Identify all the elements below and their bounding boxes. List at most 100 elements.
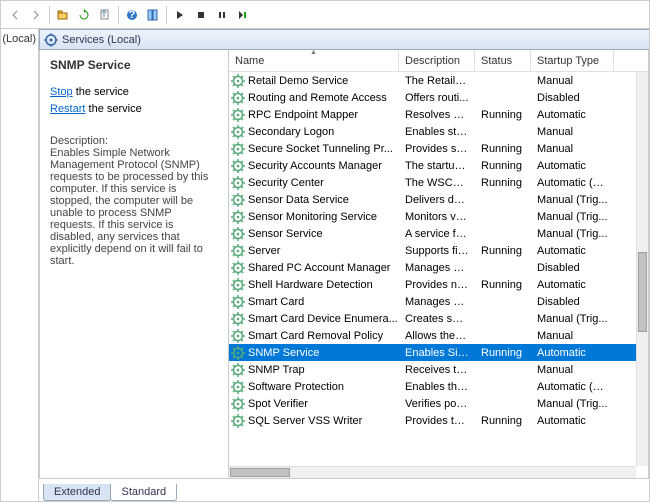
scrollbar-horizontal[interactable] (229, 466, 636, 478)
gear-icon (231, 227, 245, 241)
service-desc: Offers routi... (399, 92, 475, 104)
gear-icon (231, 125, 245, 139)
grid-header: Name▲ Description Status Startup Type (229, 50, 648, 72)
service-row[interactable]: Security CenterThe WSCSV...RunningAutoma… (229, 174, 648, 191)
service-row[interactable]: ServerSupports fil...RunningAutomatic (229, 242, 648, 259)
grid-body: Retail Demo ServiceThe Retail D...Manual… (229, 72, 648, 478)
service-startup: Automatic (531, 279, 614, 291)
service-startup: Manual (Trig... (531, 228, 614, 240)
col-header-description[interactable]: Description (399, 50, 475, 71)
service-status: Running (475, 279, 531, 291)
service-startup: Automatic (531, 415, 614, 427)
gear-icon (231, 159, 245, 173)
service-startup: Automatic (531, 245, 614, 257)
service-row[interactable]: Routing and Remote Access Offers routi...… (229, 89, 648, 106)
service-startup: Manual (531, 364, 614, 376)
service-startup: Manual (531, 75, 614, 87)
gear-icon (231, 363, 245, 377)
service-row[interactable]: SNMP TrapReceives tra...Manual (229, 361, 648, 378)
stop-icon[interactable] (191, 5, 211, 25)
gear-icon (231, 346, 245, 360)
col-header-status[interactable]: Status (475, 50, 531, 71)
service-row[interactable]: Retail Demo ServiceThe Retail D...Manual (229, 72, 648, 89)
service-status: Running (475, 415, 531, 427)
panel-header: Services (Local) (39, 29, 649, 50)
gear-icon (231, 142, 245, 156)
service-status: Running (475, 177, 531, 189)
gear-icon (231, 329, 245, 343)
service-startup: Automatic (531, 109, 614, 121)
columns-icon[interactable] (143, 5, 163, 25)
tab-extended[interactable]: Extended (43, 484, 111, 501)
refresh-icon[interactable] (74, 5, 94, 25)
restart-link[interactable]: Restart (50, 103, 85, 115)
restart-icon[interactable] (233, 5, 253, 25)
service-row[interactable]: Sensor ServiceA service fo...Manual (Tri… (229, 225, 648, 242)
view-tabs: Extended Standard (39, 479, 649, 501)
tree-root-label[interactable]: (Local) (2, 33, 36, 45)
gear-icon (231, 414, 245, 428)
service-row[interactable]: Spot VerifierVerifies pote...Manual (Tri… (229, 395, 648, 412)
gear-icon (231, 210, 245, 224)
col-header-startup[interactable]: Startup Type (531, 50, 614, 71)
service-row[interactable]: Smart Card Removal PolicyAllows the s...… (229, 327, 648, 344)
service-desc: The startup ... (399, 160, 475, 172)
service-startup: Manual (531, 143, 614, 155)
service-row[interactable]: SNMP ServiceEnables Sim...RunningAutomat… (229, 344, 648, 361)
service-row[interactable]: Smart CardManages ac...Disabled (229, 293, 648, 310)
play-icon[interactable] (170, 5, 190, 25)
gear-icon (231, 244, 245, 258)
service-desc: Manages pr... (399, 262, 475, 274)
back-icon[interactable] (5, 5, 25, 25)
service-row[interactable]: Smart Card Device Enumera...Creates soft… (229, 310, 648, 327)
tree-pane: (Local) (1, 29, 39, 501)
content-pane: Services (Local) SNMP Service Stop the s… (39, 29, 649, 501)
service-status: Running (475, 347, 531, 359)
service-name: Spot Verifier (248, 398, 308, 410)
service-startup: Automatic (531, 160, 614, 172)
scroll-thumb-horizontal[interactable] (230, 468, 290, 477)
service-name: Smart Card Removal Policy (248, 330, 383, 342)
service-name: Routing and Remote Access (248, 92, 387, 104)
gear-icon (231, 193, 245, 207)
service-desc: Creates soft... (399, 313, 475, 325)
service-name: Server (248, 245, 280, 257)
scroll-thumb-vertical[interactable] (638, 252, 647, 332)
selected-service-name: SNMP Service (50, 58, 218, 72)
service-desc: Provides th... (399, 415, 475, 427)
service-desc: Delivers dat... (399, 194, 475, 206)
service-desc: Enables the ... (399, 381, 475, 393)
service-name: Shared PC Account Manager (248, 262, 390, 274)
service-row[interactable]: SQL Server VSS Writer Provides th...Runni… (229, 412, 648, 429)
up-icon[interactable] (53, 5, 73, 25)
stop-link[interactable]: Stop (50, 86, 73, 98)
service-row[interactable]: Security Accounts Manager The startup ...… (229, 157, 648, 174)
gear-icon (231, 278, 245, 292)
service-row[interactable]: Sensor Data Service Delivers dat... Manual… (229, 191, 648, 208)
service-name: SQL Server VSS Writer (248, 415, 362, 427)
service-name: Sensor Data Service (248, 194, 349, 206)
help-icon[interactable]: ? (122, 5, 142, 25)
service-row[interactable]: Shared PC Account Manager Manages pr... Di… (229, 259, 648, 276)
service-row[interactable]: RPC Endpoint MapperResolves RP...Running… (229, 106, 648, 123)
service-name: Security Center (248, 177, 324, 189)
forward-icon[interactable] (26, 5, 46, 25)
col-header-name[interactable]: Name▲ (229, 50, 399, 71)
service-startup: Manual (531, 330, 614, 342)
service-name: Security Accounts Manager (248, 160, 382, 172)
scrollbar-vertical[interactable] (636, 72, 648, 466)
export-icon[interactable] (95, 5, 115, 25)
tab-standard[interactable]: Standard (110, 484, 177, 501)
service-row[interactable]: Shell Hardware DetectionProvides no...Ru… (229, 276, 648, 293)
service-row[interactable]: Secondary LogonEnables star...Manual (229, 123, 648, 140)
service-row[interactable]: Sensor Monitoring ServiceMonitors va...M… (229, 208, 648, 225)
service-desc: A service fo... (399, 228, 475, 240)
service-startup: Automatic (D... (531, 177, 614, 189)
service-startup: Manual (Trig... (531, 194, 614, 206)
service-startup: Manual (Trig... (531, 211, 614, 223)
service-row[interactable]: Secure Socket Tunneling Pr...Provides su… (229, 140, 648, 157)
service-row[interactable]: Software ProtectionEnables the ...Automa… (229, 378, 648, 395)
service-status: Running (475, 160, 531, 172)
pause-icon[interactable] (212, 5, 232, 25)
service-startup: Disabled (531, 262, 614, 274)
